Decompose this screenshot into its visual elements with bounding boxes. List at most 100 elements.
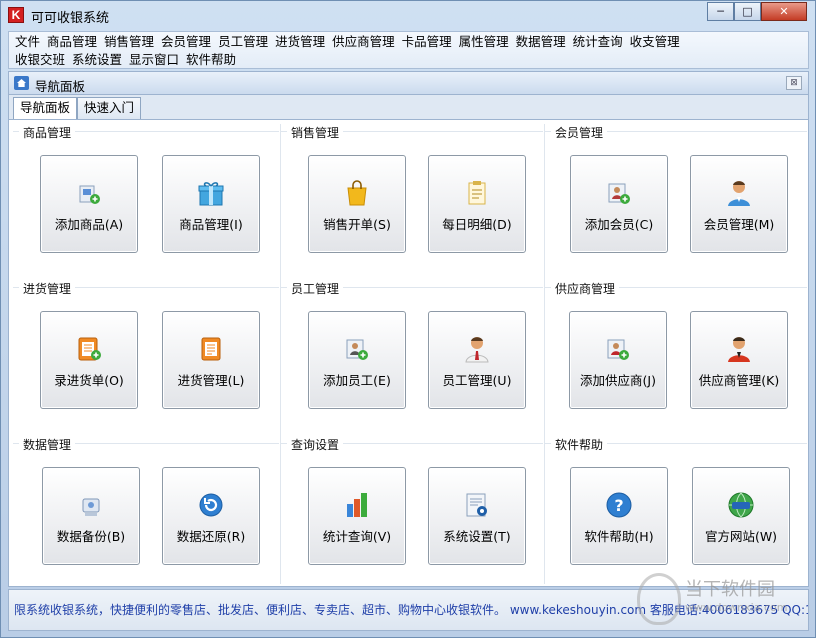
- help-icon: ?: [606, 492, 632, 518]
- group-label: 会员管理: [551, 124, 608, 141]
- navigation-panel: 商品管理 销售管理 会员管理 进货管理 员工管理 供应商管理 数据管理 查询设置…: [8, 119, 809, 587]
- purchase-list-icon: [201, 337, 221, 361]
- purchase-order-icon: [78, 337, 101, 361]
- watermark-text: 当下软件园: [685, 579, 775, 600]
- bar-chart-icon: [347, 493, 367, 517]
- add-staff-icon: [346, 339, 368, 360]
- menu-help[interactable]: 软件帮助: [186, 51, 243, 68]
- product-management-button[interactable]: 商品管理(I): [162, 155, 260, 253]
- button-label: 数据还原(R): [176, 529, 246, 544]
- menu-row-1: 文件 商品管理 销售管理 会员管理 员工管理 进货管理 供应商管理 卡品管理 属…: [15, 33, 687, 50]
- add-product-button[interactable]: 添加商品(A): [40, 155, 138, 253]
- button-label: 录进货单(O): [54, 373, 124, 388]
- tab-navigation-panel[interactable]: 导航面板: [13, 97, 78, 120]
- add-staff-button[interactable]: 添加员工(E): [308, 311, 406, 409]
- group-label: 供应商管理: [551, 280, 620, 297]
- purchase-order-button[interactable]: 录进货单(O): [40, 311, 138, 409]
- supplier-icon: [728, 337, 750, 362]
- minimize-button[interactable]: ─: [707, 2, 734, 21]
- watermark: 当下软件园 www.downxia.com: [637, 573, 807, 629]
- official-website-button[interactable]: 官方网站(W): [692, 467, 790, 565]
- menu-statistics[interactable]: 统计查询: [573, 33, 630, 50]
- add-supplier-button[interactable]: 添加供应商(J): [569, 311, 667, 409]
- title-bar[interactable]: K 可可收银系统 ─ □ ✕: [1, 1, 815, 31]
- menu-suppliers[interactable]: 供应商管理: [332, 33, 402, 50]
- button-label: 添加员工(E): [323, 373, 391, 388]
- menu-row-2: 收银交班 系统设置 显示窗口 软件帮助: [15, 51, 243, 68]
- add-supplier-icon: [607, 339, 629, 360]
- add-product-icon: [79, 185, 100, 204]
- close-button[interactable]: ✕: [761, 2, 807, 21]
- shopping-bag-icon: [347, 180, 367, 206]
- panel-title: 导航面板: [35, 79, 86, 94]
- column-divider: [280, 124, 281, 584]
- menu-data[interactable]: 数据管理: [516, 33, 573, 50]
- menu-sales[interactable]: 销售管理: [104, 33, 161, 50]
- daily-details-button[interactable]: 每日明细(D): [428, 155, 526, 253]
- svg-text:?: ?: [614, 496, 623, 515]
- menu-income-expense[interactable]: 收支管理: [630, 33, 687, 50]
- group-label: 商品管理: [19, 124, 76, 141]
- button-label: 会员管理(M): [703, 217, 775, 232]
- globe-icon: [728, 492, 754, 518]
- group-label: 软件帮助: [551, 436, 608, 453]
- menu-members[interactable]: 会员管理: [161, 33, 218, 50]
- tab-quick-start[interactable]: 快速入门: [77, 97, 142, 119]
- column-divider: [544, 124, 545, 584]
- add-member-icon: [608, 183, 630, 204]
- group-label: 进货管理: [19, 280, 76, 297]
- add-member-button[interactable]: 添加会员(C): [570, 155, 668, 253]
- member-management-button[interactable]: 会员管理(M): [690, 155, 788, 253]
- menu-products[interactable]: 商品管理: [47, 33, 104, 50]
- clipboard-icon: [468, 181, 486, 205]
- home-icon: [14, 76, 29, 90]
- watermark-url: www.downxia.com: [685, 601, 788, 614]
- app-window: K 可可收银系统 ─ □ ✕ 文件 商品管理 销售管理 会员管理 员工管理 进货…: [0, 0, 816, 638]
- purchase-management-button[interactable]: 进货管理(L): [162, 311, 260, 409]
- group-label: 销售管理: [287, 124, 344, 141]
- button-label: 官方网站(W): [704, 529, 778, 544]
- group-label: 数据管理: [19, 436, 76, 453]
- menu-attributes[interactable]: 属性管理: [459, 33, 516, 50]
- button-label: 员工管理(U): [442, 373, 512, 388]
- software-help-button[interactable]: ? 软件帮助(H): [570, 467, 668, 565]
- menu-purchasing[interactable]: 进货管理: [275, 33, 332, 50]
- button-label: 系统设置(T): [443, 529, 511, 544]
- panel-header: 导航面板 ⊠: [8, 71, 809, 95]
- settings-icon: [466, 493, 487, 517]
- button-label: 统计查询(V): [322, 529, 392, 544]
- statistics-query-button[interactable]: 统计查询(V): [308, 467, 406, 565]
- button-label: 添加会员(C): [584, 217, 654, 232]
- tab-strip: 导航面板 快速入门: [8, 95, 809, 120]
- supplier-management-button[interactable]: 供应商管理(K): [690, 311, 788, 409]
- button-label: 添加供应商(J): [580, 373, 656, 388]
- panel-close-button[interactable]: ⊠: [786, 76, 802, 90]
- data-backup-button[interactable]: 数据备份(B): [42, 467, 140, 565]
- menu-shift-handover[interactable]: 收银交班: [15, 51, 72, 68]
- menu-file[interactable]: 文件: [15, 33, 47, 50]
- menu-windows[interactable]: 显示窗口: [129, 51, 186, 68]
- staff-management-button[interactable]: 员工管理(U): [428, 311, 526, 409]
- backup-disk-icon: [82, 498, 100, 516]
- menu-staff[interactable]: 员工管理: [218, 33, 275, 50]
- group-label: 员工管理: [287, 280, 344, 297]
- window-title: 可可收银系统: [31, 11, 110, 26]
- button-label: 销售开单(S): [323, 217, 391, 232]
- app-logo-icon: K: [8, 7, 24, 23]
- button-label: 每日明细(D): [442, 217, 512, 232]
- button-label: 数据备份(B): [56, 529, 126, 544]
- data-restore-button[interactable]: 数据还原(R): [162, 467, 260, 565]
- menu-bar: 文件 商品管理 销售管理 会员管理 员工管理 进货管理 供应商管理 卡品管理 属…: [8, 31, 809, 69]
- restore-icon: [199, 493, 223, 517]
- sales-order-button[interactable]: 销售开单(S): [308, 155, 406, 253]
- menu-cards[interactable]: 卡品管理: [402, 33, 459, 50]
- gift-box-icon: [198, 182, 224, 206]
- menu-system-settings[interactable]: 系统设置: [72, 51, 129, 68]
- window-controls: ─ □ ✕: [707, 2, 807, 21]
- group-label: 查询设置: [287, 436, 344, 453]
- button-label: 添加商品(A): [54, 217, 124, 232]
- system-settings-button[interactable]: 系统设置(T): [428, 467, 526, 565]
- button-label: 进货管理(L): [177, 373, 245, 388]
- maximize-button[interactable]: □: [734, 2, 761, 21]
- member-icon: [728, 181, 750, 206]
